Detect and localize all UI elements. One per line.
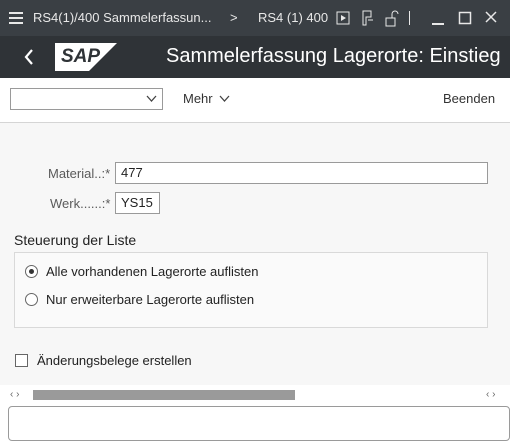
session-tab-2[interactable]: RS4 (1) 400 (258, 0, 328, 36)
scroll-arrows-right[interactable]: ‹ › (486, 389, 495, 400)
sap-logo: SAP (55, 43, 117, 76)
back-button[interactable] (22, 47, 36, 72)
play-icon[interactable] (336, 0, 350, 36)
titlebar-divider (408, 0, 412, 36)
radio-label-all: Alle vorhandenen Lagerorte auflisten (46, 264, 259, 279)
list-control-title: Steuerung der Liste (14, 232, 137, 248)
toolbar: Mehr Beenden (0, 78, 510, 123)
window-titlebar: RS4(1)/400 Sammelerfassun... > RS4 (1) 4… (0, 0, 510, 36)
unlock-icon[interactable] (385, 0, 399, 36)
change-documents-label: Änderungsbelege erstellen (37, 353, 192, 368)
radio-all-storage-locations[interactable] (25, 265, 38, 278)
command-dropdown[interactable] (10, 88, 163, 110)
radio-label-extendable: Nur erweiterbare Lagerorte auflisten (46, 292, 255, 307)
chevron-down-icon (146, 95, 157, 102)
app-header: SAP Sammelerfassung Lagerorte: Einstieg (0, 36, 510, 78)
required-marker: * (105, 196, 111, 211)
change-documents-checkbox[interactable] (15, 354, 28, 367)
material-label: Material..:* (48, 166, 111, 181)
plant-label: Werk......:* (50, 196, 111, 211)
breadcrumb-separator: > (230, 10, 238, 25)
chevron-down-icon (219, 95, 230, 102)
page-title: Sammelerfassung Lagerorte: Einstieg (166, 45, 501, 67)
scroll-arrows-left[interactable]: ‹ › (10, 389, 19, 400)
close-icon[interactable] (484, 0, 498, 36)
required-marker: * (105, 166, 111, 181)
hamburger-menu-icon[interactable] (8, 0, 24, 36)
transaction-icon[interactable] (361, 0, 375, 36)
horizontal-scrollbar[interactable]: ‹ › ‹ › (0, 385, 510, 405)
minimize-icon[interactable] (431, 0, 445, 36)
radio-extendable-storage-locations[interactable] (25, 293, 38, 306)
command-field[interactable] (8, 406, 510, 441)
scrollbar-thumb[interactable] (33, 390, 295, 400)
session-tab-1[interactable]: RS4(1)/400 Sammelerfassun... (33, 0, 211, 36)
material-input[interactable]: 477 (115, 162, 488, 184)
plant-input[interactable]: YS15 (115, 192, 160, 214)
maximize-icon[interactable] (458, 0, 472, 36)
more-menu-button[interactable]: Mehr (183, 91, 230, 106)
chevron-left-icon (24, 49, 33, 65)
exit-button[interactable]: Beenden (443, 91, 495, 106)
